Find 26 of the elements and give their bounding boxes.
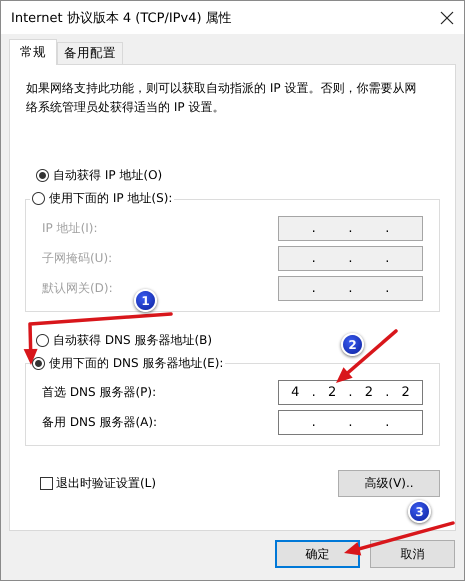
advanced-button[interactable]: 高级(V)..: [338, 470, 440, 497]
field-label: 备用 DNS 服务器(A):: [42, 414, 158, 430]
field-label: IP 地址(I):: [42, 220, 98, 236]
radio-label: 使用下面的 IP 地址(S):: [49, 190, 172, 207]
window-title: Internet 协议版本 4 (TCP/IPv4) 属性: [11, 10, 232, 26]
field-label: 子网掩码(U):: [42, 250, 112, 266]
checkbox-label: 退出时验证设置(L): [56, 475, 156, 492]
cancel-button[interactable]: 取消: [370, 540, 455, 568]
checkbox[interactable]: [40, 477, 53, 490]
radio-button[interactable]: [36, 169, 49, 182]
description-text: 如果网络支持此功能，则可以获取自动指派的 IP 设置。否则，你需要从网络系统管理员处获得适当的 IP 设置。: [26, 80, 418, 116]
radio-button[interactable]: [36, 334, 49, 347]
radio-label: 自动获得 IP 地址(O): [53, 167, 162, 184]
radio-label: 自动获得 DNS 服务器地址(B): [53, 332, 212, 349]
field-label: 首选 DNS 服务器(P):: [42, 384, 156, 400]
radio-label: 使用下面的 DNS 服务器地址(E):: [49, 355, 224, 372]
radio-button[interactable]: [32, 357, 45, 370]
ip-address-field[interactable]: 4 . 2 . 2 . 2: [278, 380, 423, 404]
tab[interactable]: 常规: [9, 39, 57, 65]
close-icon[interactable]: [440, 10, 454, 24]
ip-address-field[interactable]: . . .: [278, 410, 423, 434]
tab[interactable]: 备用配置: [57, 42, 123, 64]
ok-button[interactable]: 确定: [275, 540, 360, 568]
annotation-arrow: [336, 329, 398, 383]
field-label: 默认网关(D):: [42, 280, 113, 296]
radio-button[interactable]: [32, 192, 45, 205]
